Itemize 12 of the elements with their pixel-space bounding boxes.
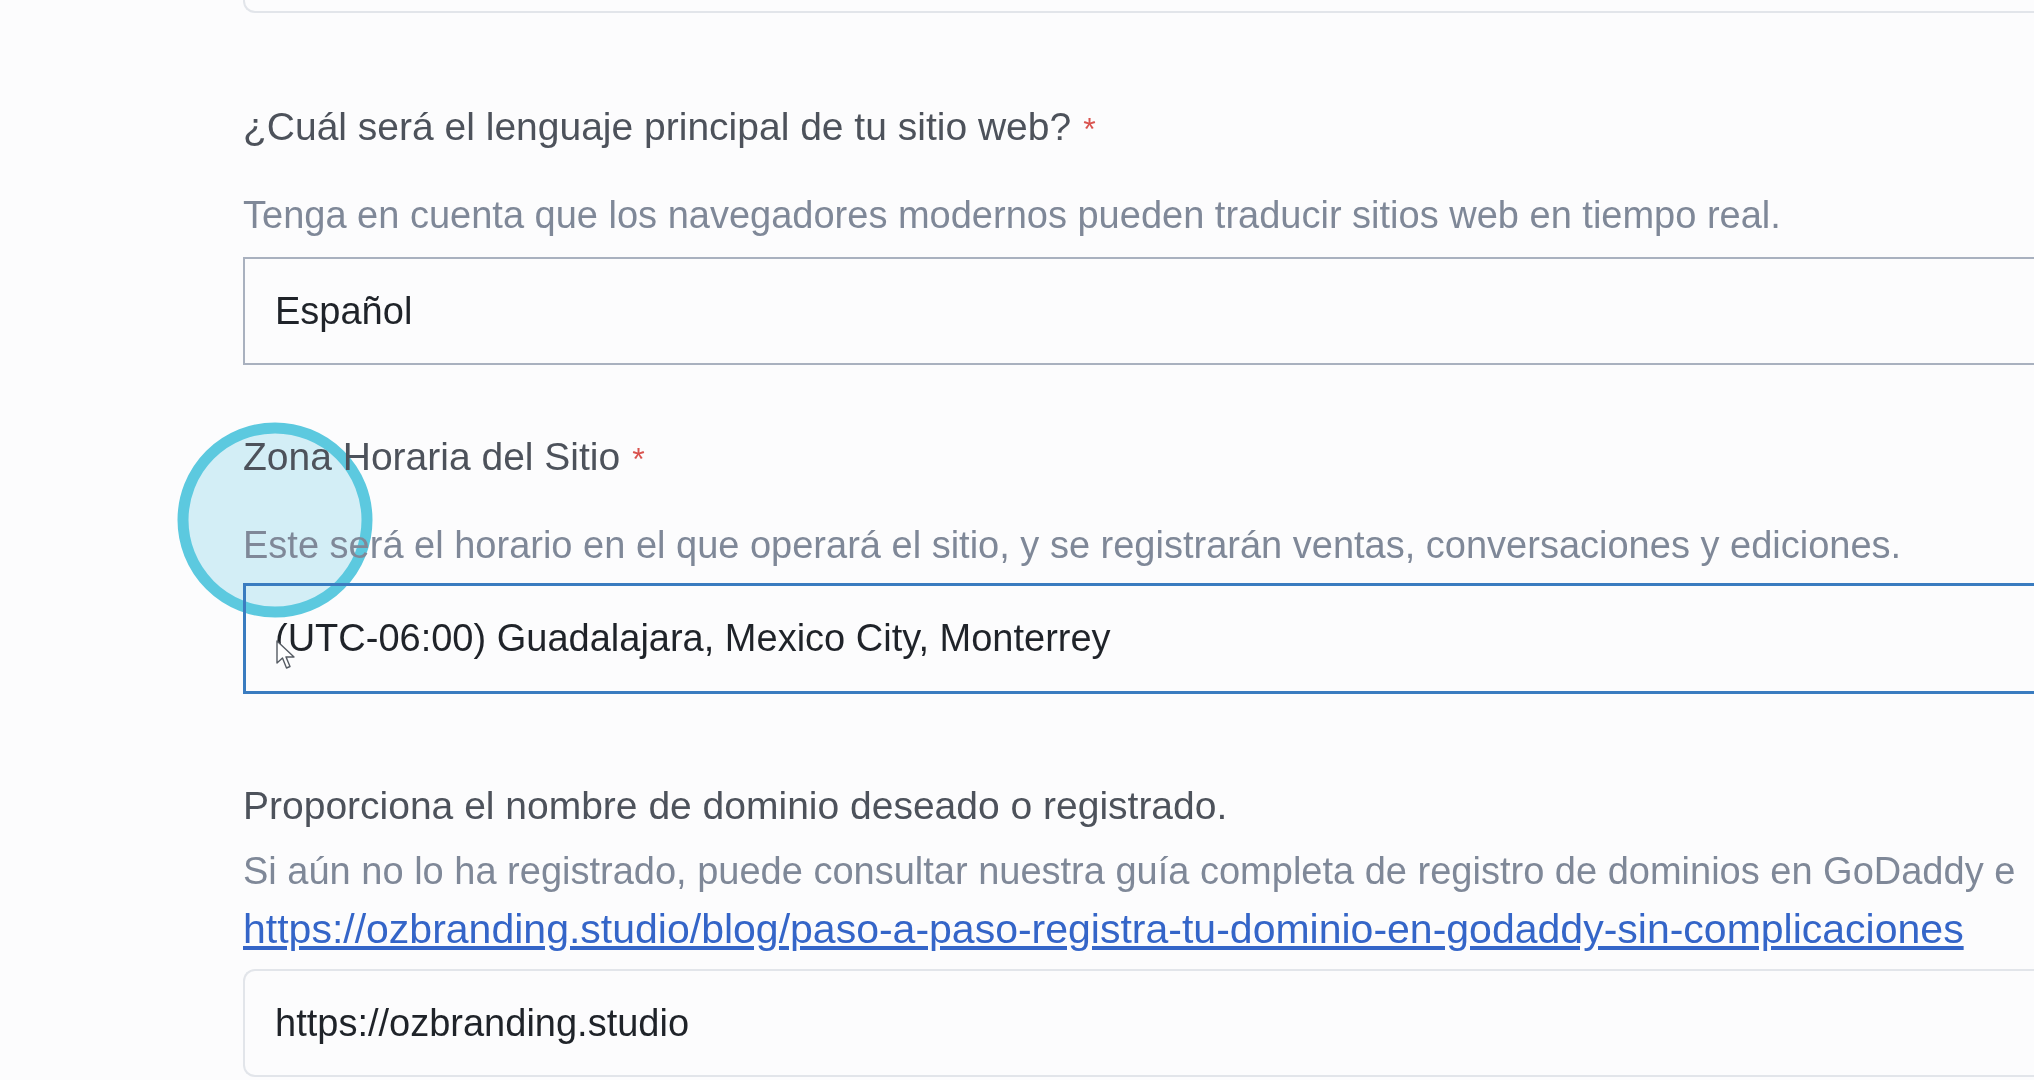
- input-field[interactable]: Español: [243, 257, 2034, 365]
- guide-link[interactable]: https://ozbranding.studio/blog/paso-a-paso-registra-tu-dominio-en-godaddy-sin-complicaciones: [243, 900, 1964, 958]
- question-label: Proporciona el nombre de dominio deseado o registrado.: [243, 783, 1228, 829]
- required-mark: *: [632, 440, 645, 479]
- question-label: Zona Horaria del Sitio: [243, 434, 621, 480]
- input-field[interactable]: [243, 0, 2034, 13]
- input-field[interactable]: https://ozbranding.studio: [243, 969, 2034, 1077]
- field-hint: Tenga en cuenta que los navegadores modernos pueden traducir sitios web en tiempo real.: [243, 193, 1782, 238]
- field-hint: Si aún no lo ha registrado, puede consultar nuestra guía completa de registro de dominios en GoDaddy e: [243, 849, 2016, 894]
- required-mark: *: [1083, 110, 1096, 149]
- question-label: ¿Cuál será el lenguaje principal de tu sitio web?: [243, 104, 1072, 150]
- input-field[interactable]: (UTC-06:00) Guadalajara, Mexico City, Monterrey: [243, 583, 2034, 694]
